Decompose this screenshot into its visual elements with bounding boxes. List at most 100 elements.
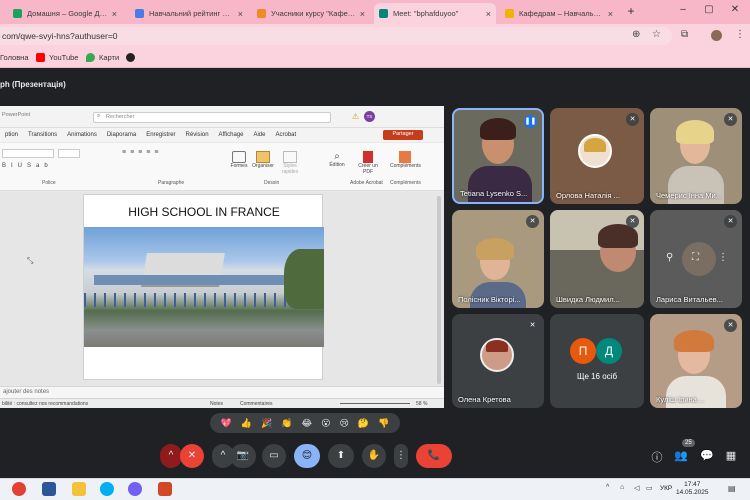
viber-icon[interactable] — [128, 482, 142, 496]
translate-icon[interactable]: ⊕ — [632, 29, 640, 40]
shapes-button[interactable]: Formes — [228, 151, 250, 169]
menu-item[interactable]: Enregistrer — [146, 132, 175, 138]
slide-title[interactable]: HIGH SCHOOL IN FRANCE — [84, 205, 324, 219]
menu-item[interactable]: Transitions — [28, 132, 57, 138]
chrome-icon[interactable] — [12, 482, 26, 496]
share-button[interactable]: Partager — [383, 130, 423, 140]
school-photo[interactable] — [84, 227, 324, 347]
close-tab-icon[interactable]: × — [112, 9, 117, 19]
menu-item[interactable]: Aide — [253, 132, 265, 138]
participant-tile[interactable]: ⚲ ⛶ ⋮ ✕ Лариса Витальев... — [650, 210, 742, 308]
thumbs-up-icon[interactable]: 👍 — [241, 418, 252, 429]
menu-item[interactable]: ption — [5, 132, 18, 138]
address-bar[interactable]: com/qwe-svyi-hns?authuser=0 — [0, 27, 672, 45]
tray-chevron-icon[interactable]: ^ — [606, 484, 609, 491]
menu-dots-icon[interactable]: ⋮ — [735, 29, 745, 40]
close-tab-icon[interactable]: × — [360, 9, 365, 19]
notes-field[interactable]: ajouter des notes — [0, 386, 444, 398]
menu-item[interactable]: Animations — [67, 132, 97, 138]
menu-item[interactable]: Acrobat — [275, 132, 296, 138]
comments-toggle[interactable]: Commentaires — [240, 401, 273, 407]
keyboard-language[interactable]: УКР — [660, 485, 672, 492]
activities-icon[interactable]: ▦ — [722, 449, 740, 462]
meeting-info-icon[interactable]: ⓘ — [648, 449, 666, 465]
more-participants-tile[interactable]: П Д Ще 16 осіб — [550, 314, 644, 408]
thinking-icon[interactable]: 🤔 — [358, 418, 369, 429]
slide-scrollbar[interactable] — [437, 196, 441, 384]
pin-icon[interactable]: ⚲ — [666, 252, 673, 263]
menu-item[interactable]: Diaporama — [107, 132, 136, 138]
camera-toggle-button[interactable]: 📷 — [230, 444, 256, 468]
accessibility-status[interactable]: bilité : consultez nos recommandations — [2, 401, 88, 407]
paragraph-icons[interactable]: ≡≡≡≡≡ — [122, 149, 162, 156]
quick-styles-button[interactable]: Styles rapides — [278, 151, 302, 175]
crying-icon[interactable]: 😢 — [340, 418, 349, 429]
tab-rating[interactable]: Навчальний рейтинг Кул... × — [130, 3, 248, 24]
notes-toggle[interactable]: Notes — [210, 401, 223, 407]
new-tab-button[interactable]: + — [622, 4, 640, 18]
arrange-button[interactable]: Organiser — [250, 151, 276, 169]
thumbs-down-icon[interactable]: 👎 — [378, 418, 389, 429]
menu-item[interactable]: Révision — [186, 132, 209, 138]
bookmark-maps[interactable]: Карти — [86, 53, 119, 62]
maximize-icon[interactable]: ▢ — [700, 4, 718, 15]
close-tab-icon[interactable]: × — [238, 9, 243, 19]
participant-tile[interactable]: ✕ Чемерис Інна Ми... — [650, 108, 742, 204]
close-tab-icon[interactable]: × — [608, 9, 613, 19]
sparkling-heart-icon[interactable]: 💖 — [221, 418, 232, 429]
slide[interactable]: HIGH SCHOOL IN FRANCE — [83, 194, 324, 380]
participant-tile[interactable]: ✕ Швидка Людмил... — [550, 210, 644, 308]
more-options-icon[interactable]: ⋮ — [718, 252, 728, 263]
ppt-search-input[interactable]: Rechercher — [93, 112, 331, 123]
leave-call-button[interactable]: 📞 — [416, 444, 452, 468]
file-explorer-icon[interactable] — [72, 482, 86, 496]
tab-meet[interactable]: Meet: "bphafduyoo" × — [374, 3, 496, 24]
mic-toggle-button[interactable]: ✕ — [180, 444, 204, 468]
audio-options-button[interactable]: ^ — [160, 444, 182, 468]
close-window-icon[interactable]: ✕ — [726, 4, 744, 15]
edit-button[interactable]: ⌕ Édition — [326, 151, 348, 168]
participant-tile[interactable]: ✕ Полісник Вікторі... — [452, 210, 544, 308]
powerpoint-icon[interactable] — [158, 482, 172, 496]
format-icons[interactable]: BIUSab — [2, 163, 53, 169]
addins-button[interactable]: Compléments — [390, 151, 421, 169]
tab-course-participants[interactable]: Учасники курсу "Кафедра × — [252, 3, 370, 24]
create-pdf-button[interactable]: Créer un PDF — [356, 151, 380, 175]
system-clock[interactable]: 17:47 14.05.2025 — [676, 481, 709, 497]
battery-icon[interactable]: ▭ — [646, 484, 653, 492]
participant-tile[interactable]: ❚❚ Tetiana Lysenko S... — [452, 108, 544, 204]
tab-google-drive[interactable]: Домашня – Google Диск × — [8, 3, 122, 24]
bookmark-home[interactable]: Головна — [0, 53, 29, 62]
present-button[interactable]: ⬆ — [328, 444, 354, 468]
clapping-icon[interactable]: 👏 — [281, 418, 292, 429]
surprised-icon[interactable]: 😮 — [321, 418, 330, 429]
skype-icon[interactable] — [100, 482, 114, 496]
laughing-icon[interactable]: 😂 — [302, 418, 313, 429]
extensions-icon[interactable]: ⧉ — [681, 29, 688, 40]
font-size-select[interactable] — [58, 149, 80, 158]
participant-tile[interactable]: ✕ Олена Кретова — [452, 314, 544, 408]
profile-avatar[interactable] — [711, 30, 722, 41]
network-icon[interactable]: ⌂ — [620, 484, 624, 491]
zoom-level[interactable]: 58 % — [416, 401, 427, 407]
bookmark-star-icon[interactable]: ☆ — [652, 29, 661, 40]
notifications-icon[interactable]: ▤ — [728, 484, 736, 493]
party-popper-icon[interactable]: 🎉 — [261, 418, 272, 429]
participant-tile[interactable]: ✕ Орлова Наталія ... — [550, 108, 644, 204]
tab-departments[interactable]: Кафедрам – Навчально-н... × — [500, 3, 618, 24]
bookmark-youtube[interactable]: YouTube — [36, 53, 78, 62]
minimize-icon[interactable]: – — [674, 4, 692, 15]
fullscreen-icon[interactable]: ⛶ — [692, 252, 699, 263]
zoom-slider[interactable] — [340, 403, 410, 404]
bookmark-globe[interactable] — [126, 53, 139, 62]
volume-icon[interactable]: ◁ — [634, 484, 639, 492]
people-icon[interactable]: 👥 — [672, 449, 690, 462]
captions-button[interactable]: ▭ — [262, 444, 286, 468]
user-avatar[interactable]: TS — [364, 111, 375, 122]
raise-hand-button[interactable]: ✋ — [362, 444, 386, 468]
menu-item[interactable]: Affichage — [219, 132, 244, 138]
chat-icon[interactable]: 💬 — [698, 449, 716, 462]
emoji-button[interactable]: 😊 — [294, 444, 320, 468]
word-icon[interactable] — [42, 482, 56, 496]
close-tab-icon[interactable]: × — [486, 9, 491, 19]
